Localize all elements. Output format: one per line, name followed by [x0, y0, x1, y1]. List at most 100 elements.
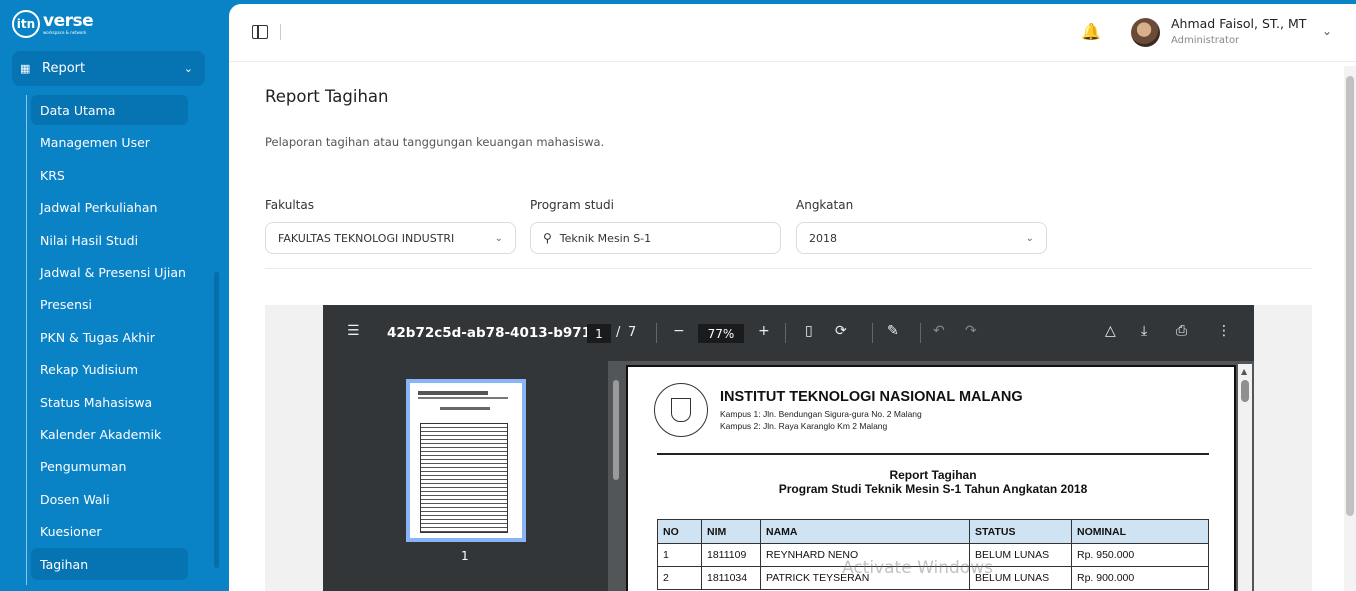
table-cell: 1811034 [701, 566, 761, 590]
sidebar-group-label: Report [42, 61, 86, 76]
table-header-row: NO NIM NAMA STATUS NOMINAL [657, 519, 1209, 544]
submenu-line [26, 95, 27, 585]
page-scrollbar[interactable] [1344, 66, 1356, 591]
column-header: STATUS [969, 519, 1072, 544]
sidebar-toggle-icon[interactable] [252, 25, 268, 39]
print-icon[interactable]: ⎙ [1176, 323, 1187, 339]
report-title: Report Tagihan [889, 468, 977, 482]
table-cell: 1 [657, 543, 702, 567]
app-logo[interactable]: itn verse workspace & network [12, 10, 94, 38]
angkatan-label: Angkatan [796, 198, 854, 212]
angkatan-select[interactable]: 2018 ⌄ [796, 222, 1047, 254]
sidebar-item-rekap-yudisium[interactable]: Rekap Yudisium [31, 354, 188, 384]
page-number-input[interactable]: 1 [587, 324, 611, 343]
thumbnail-pane: 1 [323, 361, 608, 591]
logo-name: verse [43, 11, 94, 31]
zoom-out-icon[interactable]: − [673, 323, 685, 339]
sidebar-item-label: Tagihan [40, 556, 89, 572]
chevron-down-icon: ⌄ [1025, 232, 1034, 244]
sidebar-item-label: Dosen Wali [40, 491, 110, 507]
drive-icon[interactable]: △ [1105, 323, 1116, 339]
logo-tagline: workspace & network [43, 30, 87, 35]
sidebar-item-jadwal-presensi-ujian[interactable]: Jadwal & Presensi Ujian [31, 257, 188, 287]
fit-page-icon[interactable]: ▯ [805, 323, 813, 339]
sidebar-item-label: Rekap Yudisium [40, 361, 139, 377]
sidebar-item-label: Status Mahasiswa [40, 394, 153, 410]
logo-mark: itn [12, 10, 40, 38]
rotate-icon[interactable]: ⟳ [835, 323, 847, 339]
thumb-header [440, 407, 490, 410]
sidebar-item-presensi[interactable]: Presensi [31, 289, 188, 319]
main-content: 🔔 Ahmad Faisol, ST., MT Administrator ⌄ … [229, 4, 1356, 591]
topbar-divider [280, 24, 281, 40]
report-icon: ▦ [20, 62, 31, 75]
avatar[interactable] [1131, 18, 1160, 47]
bell-icon[interactable]: 🔔 [1081, 22, 1101, 41]
sidebar-item-pengumuman[interactable]: Pengumuman [31, 451, 188, 481]
pdf-toolbar: ☰ 42b72c5d-ab78-4013-b971... 1 / 7 − 77%… [323, 305, 1254, 361]
sidebar-item-label: PKN & Tugas Akhir [40, 329, 155, 345]
topbar: 🔔 Ahmad Faisol, ST., MT Administrator ⌄ [229, 4, 1356, 62]
document-scrollbar[interactable]: ▲ [1238, 364, 1252, 591]
thumb-page-number: 1 [461, 549, 469, 563]
sidebar-item-krs[interactable]: KRS [31, 160, 188, 190]
chevron-down-icon: ⌄ [494, 232, 503, 244]
pdf-area: ☰ 42b72c5d-ab78-4013-b971... 1 / 7 − 77%… [265, 305, 1312, 591]
thumb-header [418, 397, 508, 399]
activation-watermark: Activate Windows [842, 558, 993, 578]
user-role: Administrator [1171, 35, 1240, 46]
page-thumbnail[interactable] [406, 379, 526, 542]
sidebar-item-data-utama[interactable]: Data Utama [31, 95, 188, 125]
chevron-down-icon[interactable]: ⌄ [1322, 24, 1332, 38]
fakultas-select[interactable]: FAKULTAS TEKNOLOGI INDUSTRI ⌄ [265, 222, 516, 254]
sidebar-item-label: Jadwal Perkuliahan [40, 199, 158, 215]
toolbar-divider [872, 323, 873, 343]
sidebar-item-label: Pengumuman [40, 458, 127, 474]
sidebar-item-tagihan[interactable]: Tagihan [31, 548, 188, 580]
report-subtitle: Program Studi Teknik Mesin S-1 Tahun Ang… [778, 482, 1088, 496]
undo-icon[interactable]: ↶ [933, 323, 945, 339]
total-pages: 7 [628, 325, 637, 340]
prodi-value: Teknik Mesin S-1 [559, 231, 652, 245]
table-cell: 2 [657, 566, 702, 590]
menu-icon[interactable]: ☰ [347, 323, 360, 339]
sidebar-item-label: Jadwal & Presensi Ujian [40, 264, 186, 280]
sidebar-item-label: Data Utama [40, 102, 116, 118]
sidebar-item-pkn-tugas-akhir[interactable]: PKN & Tugas Akhir [31, 322, 188, 352]
column-header: NIM [701, 519, 761, 544]
column-header: NAMA [760, 519, 970, 544]
sidebar: itn verse workspace & network ▦ Report ⌄… [0, 0, 229, 591]
prodi-search-input[interactable]: ⚲ Teknik Mesin S-1 [530, 222, 781, 254]
sidebar-item-jadwal-perkuliahan[interactable]: Jadwal Perkuliahan [31, 192, 188, 222]
report-table: NO NIM NAMA STATUS NOMINAL 1 1811109 REY… [657, 519, 1209, 590]
sidebar-item-label: Managemen User [40, 134, 150, 150]
table-cell: Rp. 900.000 [1071, 566, 1209, 590]
scroll-up-icon[interactable]: ▲ [1241, 367, 1247, 376]
thumb-table [420, 423, 508, 533]
sidebar-item-kuesioner[interactable]: Kuesioner [31, 516, 188, 546]
zoom-input[interactable]: 77% [698, 324, 744, 343]
search-icon: ⚲ [543, 231, 552, 245]
page-description: Pelaporan tagihan atau tanggungan keuang… [265, 135, 605, 149]
sidebar-group-report[interactable]: ▦ Report ⌄ [12, 51, 205, 86]
address-line-2: Kampus 2: Jln. Raya Karanglo Km 2 Malang [720, 421, 888, 431]
sidebar-item-nilai-hasil-studi[interactable]: Nilai Hasil Studi [31, 225, 188, 255]
thumbnail-scrollbar[interactable] [611, 364, 620, 591]
sidebar-item-kalender-akademik[interactable]: Kalender Akademik [31, 419, 188, 449]
table-cell: 1811109 [701, 543, 761, 567]
sidebar-item-dosen-wali[interactable]: Dosen Wali [31, 484, 188, 514]
scroll-thumb[interactable] [1241, 380, 1249, 402]
download-icon[interactable]: ⤓ [1141, 323, 1147, 339]
page-separator: / [616, 325, 621, 340]
sidebar-item-status-mahasiswa[interactable]: Status Mahasiswa [31, 387, 188, 417]
column-header: NO [657, 519, 702, 544]
redo-icon[interactable]: ↷ [965, 323, 977, 339]
pdf-viewer: ☰ 42b72c5d-ab78-4013-b971... 1 / 7 − 77%… [323, 305, 1254, 591]
sidebar-item-managemen-user[interactable]: Managemen User [31, 127, 188, 157]
sidebar-item-label: Nilai Hasil Studi [40, 232, 139, 248]
zoom-in-icon[interactable]: + [758, 323, 770, 339]
sidebar-scrollbar[interactable] [214, 272, 219, 568]
more-vert-icon[interactable]: ⋮ [1217, 323, 1231, 339]
annotate-icon[interactable]: ✎ [887, 323, 899, 339]
section-divider [265, 268, 1312, 269]
